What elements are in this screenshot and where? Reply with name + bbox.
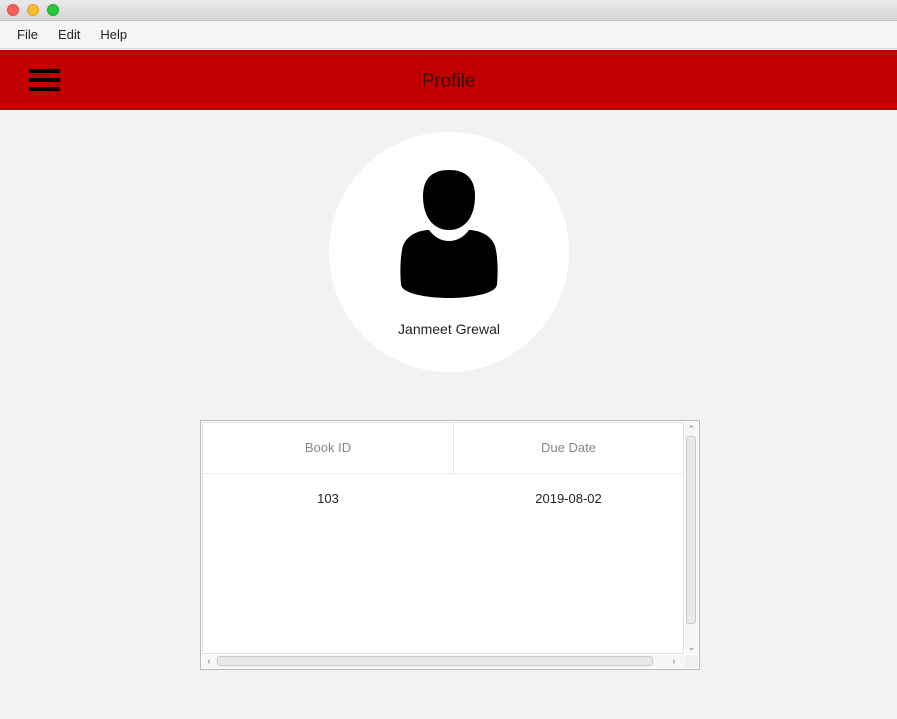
borrowed-books-table: Book ID Due Date 103 2019-08-02 ⌃ ⌄ ‹ ›	[200, 420, 700, 670]
table-header: Book ID Due Date	[203, 423, 683, 474]
menu-file[interactable]: File	[10, 27, 45, 42]
horizontal-scrollbar[interactable]: ‹ ›	[202, 655, 685, 668]
window-title-bar	[0, 0, 897, 21]
app-header: Profile	[0, 50, 897, 110]
zoom-window-button[interactable]	[47, 4, 59, 16]
scrollbar-corner	[685, 655, 698, 668]
menu-help[interactable]: Help	[93, 27, 134, 42]
vertical-scroll-thumb[interactable]	[686, 436, 696, 624]
cell-due-date: 2019-08-02	[535, 491, 602, 506]
page-title: Profile	[421, 71, 476, 92]
scroll-down-icon[interactable]: ⌄	[685, 642, 698, 652]
hamburger-menu-icon[interactable]	[29, 69, 60, 91]
profile-card: Janmeet Grewal	[329, 132, 569, 372]
scroll-up-icon[interactable]: ⌃	[685, 424, 698, 434]
table-row[interactable]: 103 2019-08-02	[203, 474, 683, 524]
scroll-right-icon[interactable]: ›	[669, 656, 679, 666]
user-silhouette-icon	[400, 170, 498, 298]
column-header-book-id[interactable]: Book ID	[203, 423, 454, 473]
menu-edit[interactable]: Edit	[51, 27, 87, 42]
horizontal-scroll-thumb[interactable]	[217, 656, 653, 666]
cell-book-id: 103	[317, 491, 339, 506]
minimize-window-button[interactable]	[27, 4, 39, 16]
table-viewport: Book ID Due Date 103 2019-08-02	[202, 422, 684, 654]
column-header-due-date[interactable]: Due Date	[454, 423, 683, 473]
menu-bar: File Edit Help	[0, 21, 897, 49]
profile-name: Janmeet Grewal	[398, 321, 500, 337]
scroll-left-icon[interactable]: ‹	[204, 656, 214, 666]
close-window-button[interactable]	[7, 4, 19, 16]
vertical-scrollbar[interactable]: ⌃ ⌄	[685, 422, 698, 654]
